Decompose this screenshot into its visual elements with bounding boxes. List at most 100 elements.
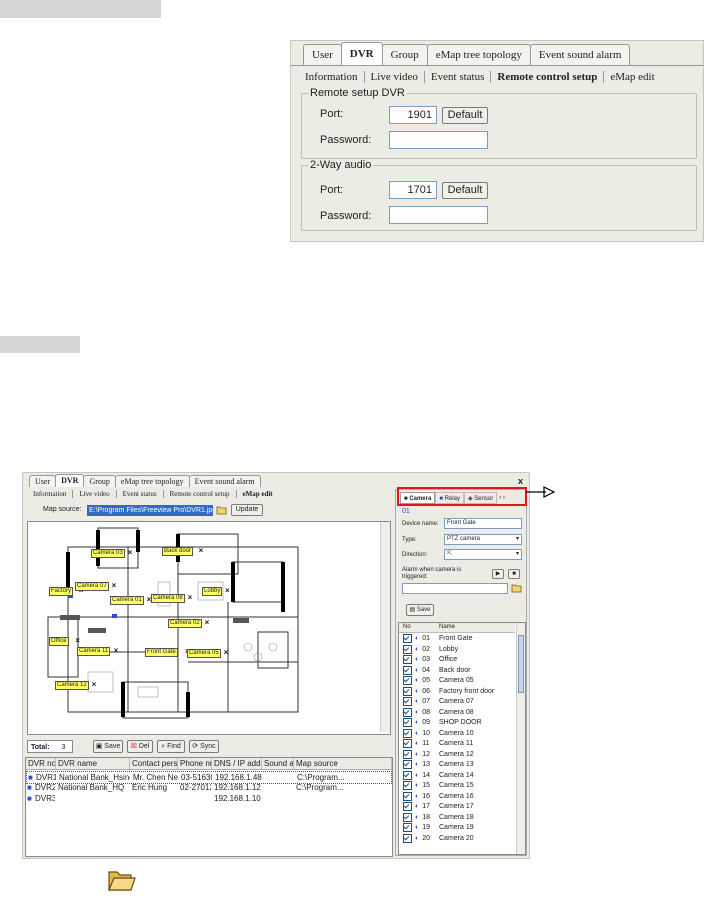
remote-default-button[interactable]: Default — [442, 107, 488, 124]
list-item[interactable]: ◐ 18 Camera 18 — [403, 812, 474, 823]
window-subtab-event-status[interactable]: Event status — [117, 490, 164, 498]
list-item[interactable]: ◐ 12 Camera 12 — [403, 749, 474, 760]
dvr-column-header[interactable]: Phone number — [180, 758, 212, 769]
camera-checkbox[interactable] — [403, 665, 412, 675]
sync-button[interactable]: ⟳ Sync — [189, 740, 219, 753]
tab-group[interactable]: Group — [381, 44, 428, 65]
save-button[interactable]: ▣ Save — [93, 740, 123, 753]
list-item[interactable]: ◐ 04 Back door — [403, 665, 471, 676]
table-row[interactable]: DVR3 192.168.1.102 ■ — [26, 793, 392, 804]
window-tab-dvr[interactable]: DVR — [55, 474, 85, 487]
dvr-column-header[interactable]: DVR name — [58, 758, 130, 769]
folder-open-icon[interactable] — [216, 505, 227, 515]
map-camera-label[interactable]: Back door — [162, 547, 194, 556]
window-tab-event-sound[interactable]: Event sound alarm — [188, 475, 261, 487]
list-item[interactable]: ◐ 03 Office — [403, 655, 457, 665]
camera-checkbox[interactable] — [403, 697, 412, 706]
subtab-information[interactable]: Information — [299, 71, 365, 83]
list-item[interactable]: ◐ 17 Camera 17 — [403, 802, 474, 812]
audio-port-field[interactable]: 1701 — [389, 181, 437, 199]
window-subtab-remote-control[interactable]: Remote control setup — [164, 490, 237, 498]
window-subtab-emap-edit[interactable]: eMap edit — [237, 490, 279, 498]
camera-checkbox[interactable] — [403, 823, 412, 832]
map-camera-marker[interactable]: × — [114, 647, 119, 655]
camera-checkbox[interactable] — [403, 676, 412, 685]
camera-checkbox[interactable] — [403, 707, 412, 717]
camera-checkbox[interactable] — [403, 634, 412, 643]
map-camera-label[interactable]: Camera 01 — [110, 596, 144, 605]
map-camera-label[interactable]: Camera 07 — [75, 582, 109, 591]
remote-password-field[interactable] — [389, 131, 488, 149]
list-item[interactable]: ◐ 01 Front Gate — [403, 634, 472, 644]
list-item[interactable]: ◐ 16 Camera 16 — [403, 791, 474, 802]
subtab-event-status[interactable]: Event status — [425, 71, 492, 83]
camera-checkbox[interactable] — [403, 728, 412, 738]
alarm-sound-field[interactable] — [402, 583, 508, 594]
find-button[interactable]: ⌕ Find — [157, 740, 185, 753]
camera-checkbox[interactable] — [403, 802, 412, 811]
map-camera-marker[interactable]: × — [199, 547, 204, 555]
list-item[interactable]: ◐ 09 SHOP DOOR — [403, 718, 482, 728]
audio-password-field[interactable] — [389, 206, 488, 224]
list-item[interactable]: ◐ 13 Camera 13 — [403, 760, 474, 770]
camera-list-scrollbar[interactable] — [516, 623, 525, 854]
delete-button[interactable]: ☒ Del — [127, 740, 153, 753]
map-camera-label[interactable]: Camera 12 — [55, 681, 89, 690]
list-item[interactable]: ◐ 19 Camera 19 — [403, 823, 474, 833]
device-save-button[interactable]: ▤ Save — [406, 604, 434, 616]
list-item[interactable]: ◐ 10 Camera 10 — [403, 728, 474, 739]
subtab-remote-control[interactable]: Remote control setup — [491, 71, 605, 83]
dvr-column-header[interactable]: DVR no — [28, 758, 56, 769]
remote-port-field[interactable]: 1901 — [389, 106, 437, 124]
list-item[interactable]: ◐ 20 Camera 20 — [403, 833, 474, 844]
camera-checkbox[interactable] — [403, 812, 412, 822]
dvr-column-header[interactable]: Map source — [296, 758, 392, 769]
tab-dvr[interactable]: DVR — [340, 42, 383, 65]
audio-default-button[interactable]: Default — [442, 182, 488, 199]
window-subtab-information[interactable]: Information — [27, 490, 74, 498]
subtab-live-video[interactable]: Live video — [365, 71, 425, 83]
list-item[interactable]: ◐ 11 Camera 11 — [403, 739, 473, 749]
map-camera-label[interactable]: Camera 02 — [168, 619, 202, 628]
camera-checkbox[interactable] — [403, 739, 412, 748]
list-item[interactable]: ◐ 06 Factory front door — [403, 686, 494, 697]
map-scrollbar[interactable] — [380, 522, 390, 732]
map-camera-label[interactable]: Office — [49, 637, 69, 646]
camera-checkbox[interactable] — [403, 655, 412, 664]
dvr-column-header[interactable]: Contact person — [132, 758, 178, 769]
alarm-folder-icon[interactable] — [511, 583, 522, 596]
map-camera-marker[interactable]: × — [112, 582, 117, 590]
scrollbar-thumb[interactable] — [518, 635, 524, 693]
window-tab-emap-tree[interactable]: eMap tree topology — [114, 475, 190, 487]
map-camera-label[interactable]: Camera 05 — [187, 649, 221, 658]
tab-user[interactable]: User — [303, 44, 342, 65]
window-close-button[interactable]: x — [518, 476, 523, 486]
map-camera-label[interactable]: Camera 03 — [91, 549, 125, 558]
table-row[interactable]: DVR2National Bank_HQ Eric Hung 02-27012263… — [26, 782, 392, 793]
map-camera-label[interactable]: Camera 11 — [77, 647, 111, 656]
map-camera-marker[interactable]: × — [205, 619, 210, 627]
list-item[interactable]: ◐ 02 Lobby — [403, 644, 458, 655]
device-name-field[interactable]: Front Gate — [444, 518, 522, 529]
camera-checkbox[interactable] — [403, 749, 412, 759]
camera-checkbox[interactable] — [403, 760, 412, 769]
camera-checkbox[interactable] — [403, 644, 412, 654]
direction-select[interactable]: ⇱ ▾ — [444, 549, 522, 560]
map-camera-label[interactable]: Lobby — [202, 587, 223, 596]
window-subtab-live-video[interactable]: Live video — [73, 490, 117, 498]
window-tab-group[interactable]: Group — [83, 475, 116, 487]
map-camera-marker[interactable]: × — [92, 681, 97, 689]
subtab-emap-edit[interactable]: eMap edit — [604, 71, 660, 83]
map-source-field[interactable]: E:\Program Files\Freeview Pro\DVR1.jpg — [87, 505, 213, 516]
map-camera-label[interactable]: Camera 08 — [151, 594, 185, 603]
play-alarm-button[interactable]: ▶ — [492, 569, 504, 579]
list-item[interactable]: ◐ 15 Camera 15 — [403, 781, 474, 791]
dvr-column-header[interactable]: Sound alarm — [264, 758, 294, 769]
update-button[interactable]: Update — [231, 504, 263, 516]
list-item[interactable]: ◐ 08 Camera 08 — [403, 707, 474, 718]
camera-checkbox[interactable] — [403, 718, 412, 727]
list-item[interactable]: ◐ 05 Camera 05 — [403, 676, 474, 686]
map-camera-marker[interactable]: × — [75, 637, 80, 645]
camera-checkbox[interactable] — [403, 791, 412, 801]
map-camera-marker[interactable]: × — [128, 549, 133, 557]
